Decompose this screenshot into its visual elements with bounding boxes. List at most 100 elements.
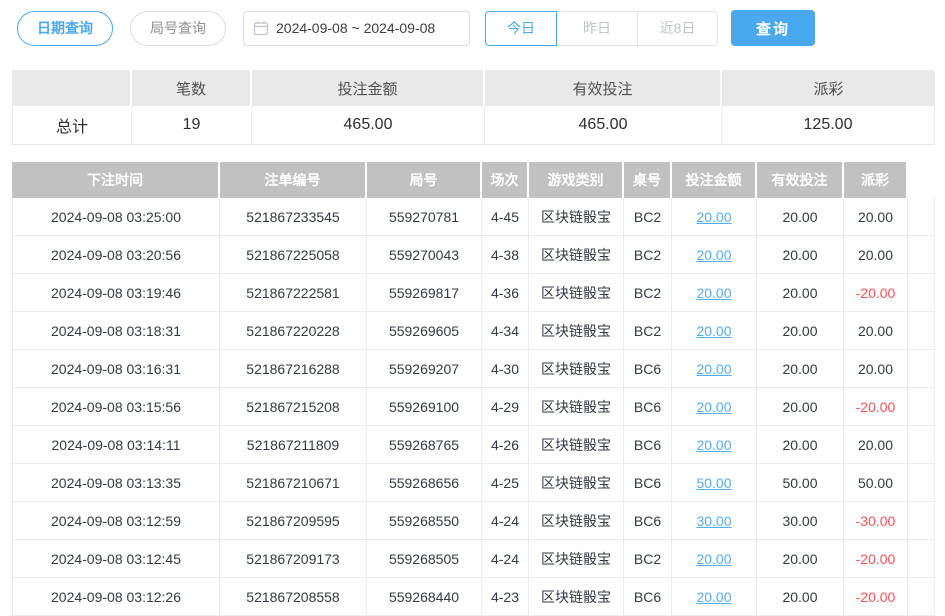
row-gutter [908, 236, 935, 273]
table-id-cell: BC2 [624, 198, 672, 235]
game-type-cell: 区块链骰宝 [529, 350, 624, 387]
table-id-cell: BC6 [624, 502, 672, 539]
bet-id-cell: 521867211809 [220, 426, 367, 463]
table-id-cell: BC2 [624, 312, 672, 349]
round-id-cell: 559270043 [367, 236, 482, 273]
payout-cell: -20.00 [844, 578, 908, 615]
round-id-cell: 559268656 [367, 464, 482, 501]
row-gutter [908, 540, 935, 577]
round-id-cell: 559269207 [367, 350, 482, 387]
valid-bet-cell: 20.00 [757, 312, 844, 349]
last8days-button[interactable]: 近8日 [638, 11, 718, 46]
bet-id-cell: 521867233545 [220, 198, 367, 235]
table-row: 2024-09-08 03:12:45521867209173559268505… [12, 540, 935, 578]
table-id-cell: BC6 [624, 426, 672, 463]
summary-total-value: 465.00 [252, 106, 485, 145]
summary-total-value: 465.00 [485, 106, 722, 145]
round-id-cell: 559268505 [367, 540, 482, 577]
row-gutter [908, 198, 935, 235]
bet-amount-link[interactable]: 20.00 [672, 388, 757, 425]
date-range-value: 2024-09-08 ~ 2024-09-08 [276, 20, 435, 36]
table-row: 2024-09-08 03:15:56521867215208559269100… [12, 388, 935, 426]
date-range-input[interactable]: 2024-09-08 ~ 2024-09-08 [243, 11, 470, 46]
summary-total-row: 总计19465.00465.00125.00 [12, 106, 935, 145]
column-header: 局号 [367, 162, 482, 198]
bet-id-cell: 521867209173 [220, 540, 367, 577]
bet-id-cell: 521867220228 [220, 312, 367, 349]
valid-bet-cell: 20.00 [757, 198, 844, 235]
summary-header-cell: 笔数 [132, 70, 252, 106]
bet-time-cell: 2024-09-08 03:20:56 [12, 236, 220, 273]
session-cell: 4-34 [482, 312, 529, 349]
row-gutter [908, 312, 935, 349]
bet-time-cell: 2024-09-08 03:25:00 [12, 198, 220, 235]
column-header: 派彩 [844, 162, 908, 198]
table-id-cell: BC2 [624, 540, 672, 577]
column-header: 注单编号 [220, 162, 367, 198]
bet-amount-link[interactable]: 20.00 [672, 236, 757, 273]
table-row: 2024-09-08 03:12:59521867209595559268550… [12, 502, 935, 540]
date-query-tab[interactable]: 日期查询 [17, 11, 113, 46]
bet-amount-link[interactable]: 20.00 [672, 312, 757, 349]
summary-total-label: 总计 [12, 106, 132, 145]
valid-bet-cell: 20.00 [757, 274, 844, 311]
bet-time-cell: 2024-09-08 03:12:59 [12, 502, 220, 539]
bet-amount-link[interactable]: 50.00 [672, 464, 757, 501]
round-id-cell: 559269605 [367, 312, 482, 349]
game-type-cell: 区块链骰宝 [529, 540, 624, 577]
table-row: 2024-09-08 03:12:26521867208558559268440… [12, 578, 935, 616]
payout-cell: 20.00 [844, 312, 908, 349]
bet-amount-link[interactable]: 20.00 [672, 274, 757, 311]
row-gutter [908, 464, 935, 501]
summary-header-cell [12, 70, 132, 106]
round-query-tab[interactable]: 局号查询 [130, 11, 226, 46]
payout-cell: 20.00 [844, 350, 908, 387]
table-row: 2024-09-08 03:18:31521867220228559269605… [12, 312, 935, 350]
bet-time-cell: 2024-09-08 03:13:35 [12, 464, 220, 501]
table-id-cell: BC2 [624, 274, 672, 311]
session-cell: 4-26 [482, 426, 529, 463]
bet-id-cell: 521867222581 [220, 274, 367, 311]
payout-cell: -20.00 [844, 540, 908, 577]
valid-bet-cell: 20.00 [757, 236, 844, 273]
bet-time-cell: 2024-09-08 03:12:45 [12, 540, 220, 577]
valid-bet-cell: 50.00 [757, 464, 844, 501]
column-header: 游戏类别 [529, 162, 624, 198]
bet-amount-link[interactable]: 20.00 [672, 350, 757, 387]
summary-total-value: 125.00 [722, 106, 935, 145]
bet-amount-link[interactable]: 20.00 [672, 540, 757, 577]
valid-bet-cell: 20.00 [757, 350, 844, 387]
game-type-cell: 区块链骰宝 [529, 388, 624, 425]
session-cell: 4-45 [482, 198, 529, 235]
column-header: 下注时间 [12, 162, 220, 198]
bet-amount-link[interactable]: 30.00 [672, 502, 757, 539]
column-header: 投注金额 [672, 162, 757, 198]
summary-total-value: 19 [132, 106, 252, 145]
column-header: 桌号 [624, 162, 672, 198]
today-button[interactable]: 今日 [485, 11, 557, 46]
payout-cell: -30.00 [844, 502, 908, 539]
table-row: 2024-09-08 03:16:31521867216288559269207… [12, 350, 935, 388]
row-gutter [908, 350, 935, 387]
bet-amount-link[interactable]: 20.00 [672, 198, 757, 235]
bet-amount-link[interactable]: 20.00 [672, 426, 757, 463]
summary-header-cell: 有效投注 [485, 70, 722, 106]
valid-bet-cell: 20.00 [757, 426, 844, 463]
row-gutter [908, 426, 935, 463]
bet-id-cell: 521867215208 [220, 388, 367, 425]
valid-bet-cell: 20.00 [757, 578, 844, 615]
payout-cell: -20.00 [844, 274, 908, 311]
table-id-cell: BC6 [624, 578, 672, 615]
payout-cell: 20.00 [844, 236, 908, 273]
yesterday-button[interactable]: 昨日 [557, 11, 638, 46]
table-id-cell: BC2 [624, 236, 672, 273]
session-cell: 4-36 [482, 274, 529, 311]
payout-cell: 50.00 [844, 464, 908, 501]
table-row: 2024-09-08 03:13:35521867210671559268656… [12, 464, 935, 502]
valid-bet-cell: 20.00 [757, 388, 844, 425]
search-button[interactable]: 查询 [731, 10, 815, 46]
bet-amount-link[interactable]: 20.00 [672, 578, 757, 615]
table-id-cell: BC6 [624, 464, 672, 501]
round-id-cell: 559268765 [367, 426, 482, 463]
records-body: 2024-09-08 03:25:00521867233545559270781… [12, 198, 935, 616]
